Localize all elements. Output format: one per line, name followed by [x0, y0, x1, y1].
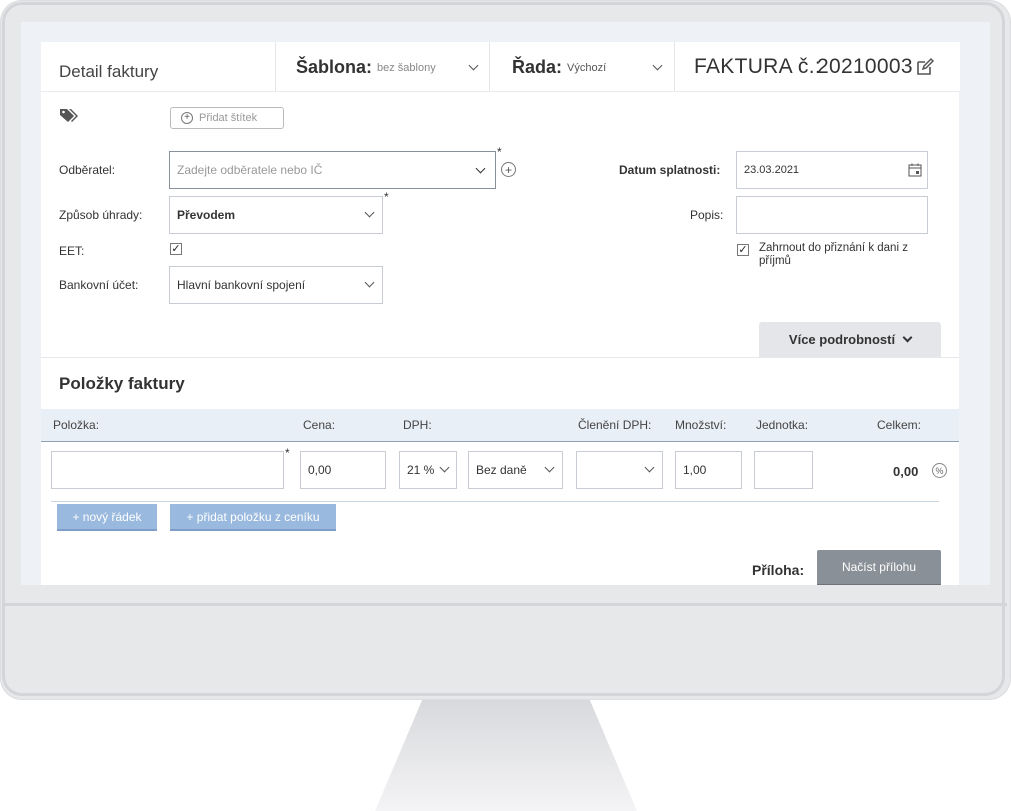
payment-select[interactable]: Převodem	[169, 196, 383, 234]
chevron-down-icon	[652, 60, 663, 71]
load-attachment-button[interactable]: Načíst přílohu	[817, 550, 941, 585]
template-select[interactable]: Šablona: bez šablony	[275, 42, 490, 91]
series-label: Řada:	[512, 57, 563, 77]
price-value: 0,00	[308, 463, 332, 477]
section-divider	[41, 357, 959, 358]
invoice-card: Detail faktury Šablona: bez šablony Řada…	[41, 42, 960, 585]
due-date-label: Datum splatnosti:	[619, 163, 721, 177]
chevron-down-icon	[439, 462, 450, 473]
payment-value: Převodem	[177, 208, 236, 222]
include-tax-label: Zahrnout do přiznání k dani z příjmů	[759, 242, 908, 267]
monitor-chin-divider	[4, 603, 1007, 606]
eet-checkbox[interactable]: ✓	[170, 243, 182, 255]
include-tax-checkbox[interactable]: ✓	[737, 244, 749, 256]
quantity-value: 1,00	[683, 463, 707, 477]
vat-rate-select[interactable]: 21 %	[399, 451, 457, 489]
page-title: Detail faktury	[59, 62, 159, 81]
vat-mode-select[interactable]: Bez daně	[468, 451, 563, 489]
customer-field[interactable]: Zadejte odběratele nebo IČ	[169, 151, 496, 189]
required-mark: *	[384, 190, 389, 204]
customer-label: Odběratel:	[59, 163, 116, 177]
more-details-label: Více podrobností	[788, 332, 896, 347]
calendar-icon[interactable]	[908, 163, 922, 177]
col-quantity: Množství:	[675, 418, 727, 432]
edit-icon[interactable]	[915, 57, 935, 77]
template-label: Šablona:	[296, 57, 373, 77]
col-total: Celkem:	[877, 418, 922, 432]
row-total: 0,00	[893, 464, 919, 479]
vat-split-select[interactable]	[576, 451, 663, 489]
header-divider	[41, 91, 959, 92]
vat-rate-value: 21 %	[407, 463, 435, 477]
col-vat-split: Členění DPH:	[578, 418, 652, 432]
template-value: bez šablony	[377, 62, 436, 74]
row-divider	[51, 501, 939, 502]
quantity-field[interactable]: 1,00	[675, 451, 742, 489]
add-from-pricelist-button[interactable]: + přidat položku z ceníku	[170, 504, 336, 531]
bank-account-label: Bankovní účet:	[59, 278, 139, 292]
payment-label: Způsob úhrady:	[59, 208, 143, 222]
due-date-field[interactable]: 23.03.2021	[736, 151, 928, 189]
series-value: Výchozí	[567, 62, 607, 74]
required-mark: *	[497, 145, 502, 159]
vat-mode-value: Bez daně	[476, 463, 527, 477]
due-date-value: 23.03.2021	[744, 164, 800, 176]
price-field[interactable]: 0,00	[300, 451, 386, 489]
chevron-down-icon	[468, 60, 479, 71]
eet-label: EET:	[59, 244, 85, 258]
customer-placeholder: Zadejte odběratele nebo IČ	[177, 163, 323, 177]
add-tag-button[interactable]: + Přidat štítek	[170, 107, 284, 129]
description-field[interactable]	[736, 196, 928, 234]
tags-icon	[60, 109, 78, 122]
col-unit: Jednotka:	[756, 418, 809, 432]
item-name-field[interactable]	[51, 451, 284, 489]
invoice-number: 20210003	[817, 55, 913, 78]
items-table-header: Položka: Cena: DPH: Členění DPH: Množstv…	[41, 409, 959, 442]
chevron-down-icon	[902, 332, 913, 343]
chevron-down-icon	[644, 462, 655, 473]
bank-account-select[interactable]: Hlavní bankovní spojení	[169, 266, 383, 304]
more-details-button[interactable]: Více podrobností	[759, 322, 941, 357]
col-item: Položka:	[53, 418, 100, 432]
chevron-down-icon	[364, 277, 375, 288]
required-mark: *	[285, 446, 290, 460]
col-vat: DPH:	[403, 418, 432, 432]
add-tag-label: Přidat štítek	[199, 112, 258, 124]
discount-icon[interactable]: %	[932, 463, 947, 478]
monitor-stand	[375, 700, 637, 811]
new-row-button[interactable]: + nový řádek	[57, 504, 157, 531]
chevron-down-icon	[544, 462, 555, 473]
series-select[interactable]: Řada: Výchozí	[489, 42, 675, 91]
plus-circle-icon: +	[181, 112, 193, 124]
items-section-title: Položky faktury	[59, 374, 185, 393]
description-label: Popis:	[690, 208, 724, 222]
col-price: Cena:	[303, 418, 336, 432]
monitor-screen: Detail faktury Šablona: bez šablony Řada…	[21, 22, 990, 585]
invoice-label: FAKTURA č.:	[694, 55, 821, 78]
bank-account-value: Hlavní bankovní spojení	[177, 278, 306, 292]
invoice-number-box: FAKTURA č.: 20210003	[674, 42, 960, 91]
add-customer-icon[interactable]: +	[501, 162, 516, 177]
attachment-label: Příloha:	[752, 562, 805, 578]
unit-field[interactable]	[754, 451, 813, 489]
chevron-down-icon	[364, 207, 375, 218]
chevron-down-icon	[475, 163, 486, 174]
